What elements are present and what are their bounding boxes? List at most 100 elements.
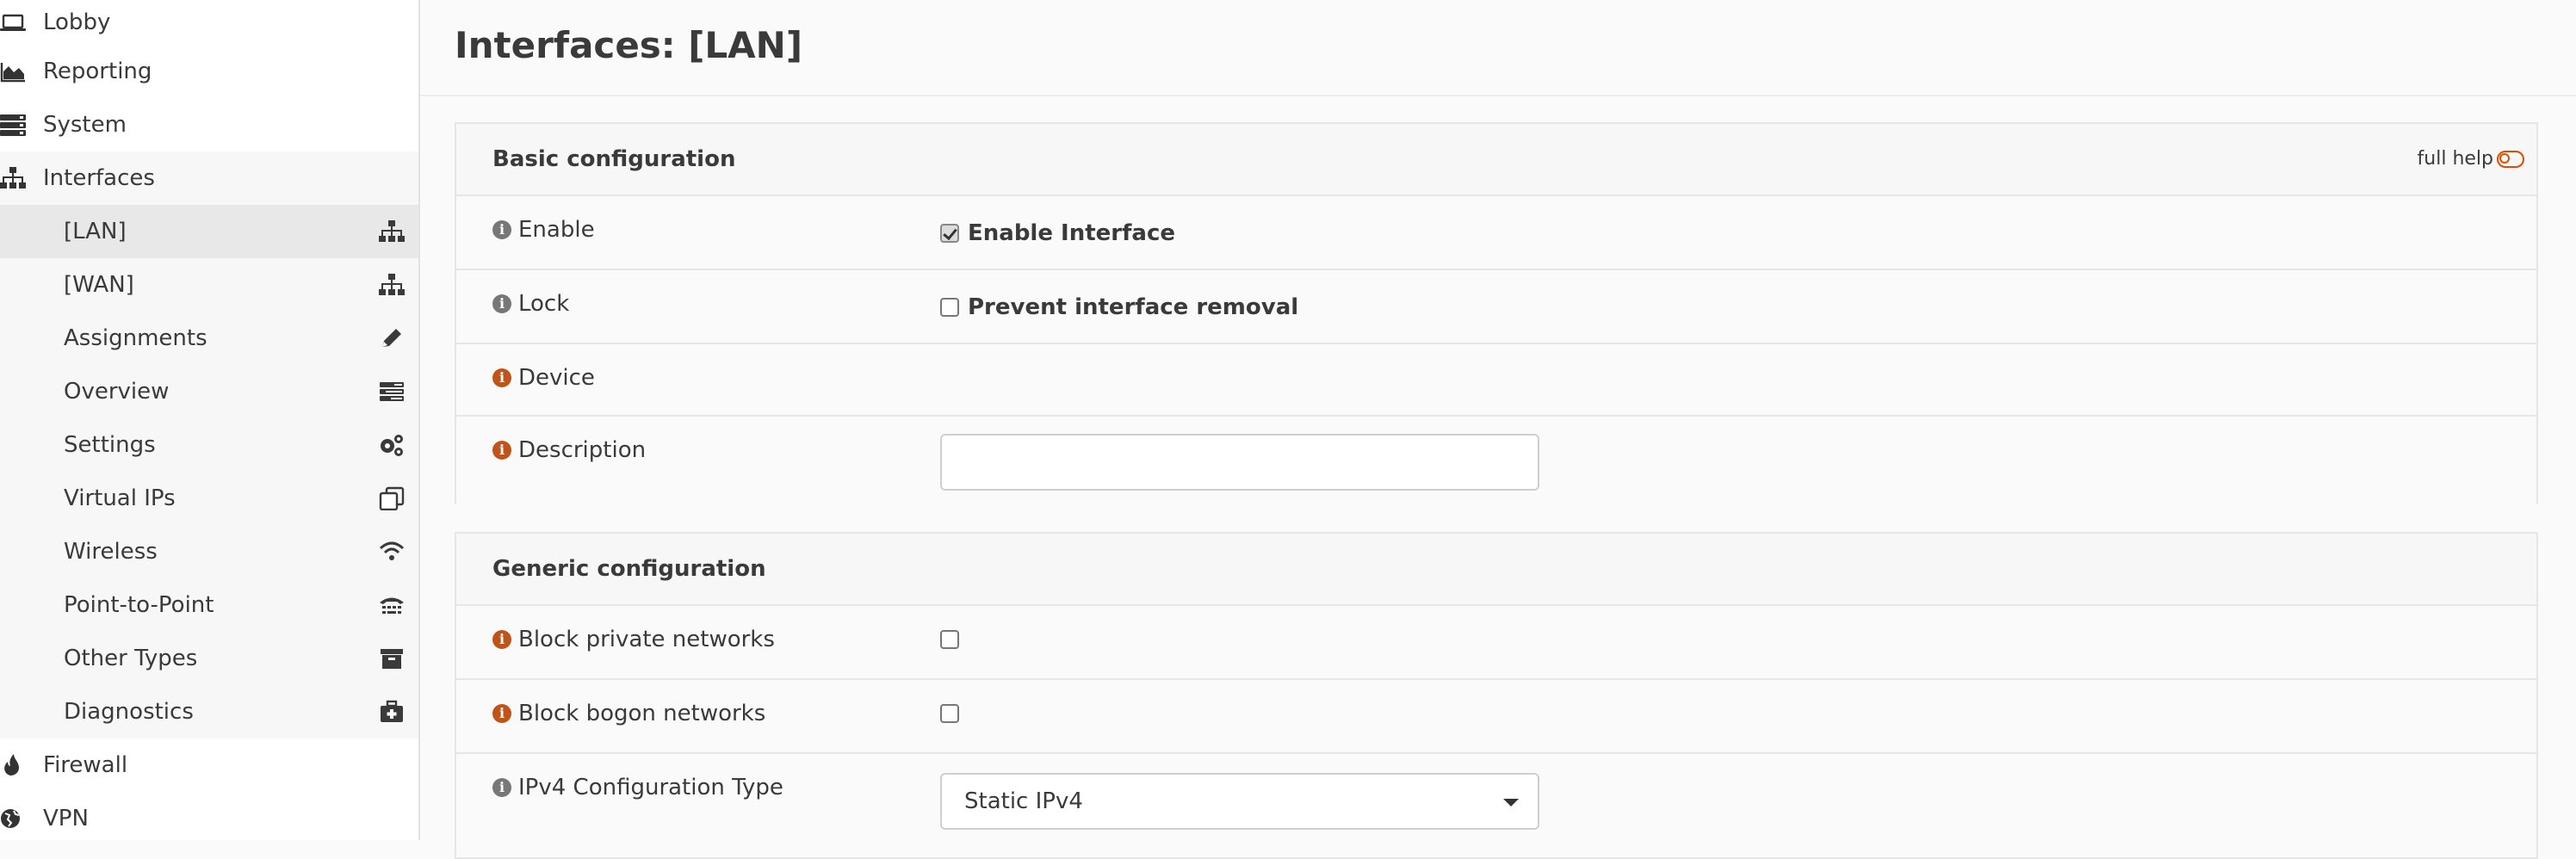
sidebar-item-label: Other Types xyxy=(64,646,198,671)
area-chart-icon xyxy=(0,59,29,84)
description-label: Description xyxy=(518,437,647,463)
archive-icon xyxy=(379,646,405,671)
pencil-icon xyxy=(379,326,405,350)
enable-interface-checkbox[interactable] xyxy=(940,224,959,243)
description-label-wrap: i Description xyxy=(492,437,646,463)
block-bogon-label-wrap: i Block bogon networks xyxy=(492,701,765,726)
basic-config-title: Basic configuration xyxy=(492,146,736,172)
block-private-checkbox[interactable] xyxy=(940,630,959,649)
sidebar-item-virtual-ips[interactable]: Virtual IPs xyxy=(0,472,418,525)
caret-down-icon xyxy=(1503,799,1519,806)
nav-vpn-label: VPN xyxy=(43,806,89,831)
ipv4-type-value: Static IPv4 xyxy=(964,788,1083,814)
page-title: Interfaces: [LAN] xyxy=(455,24,803,66)
block-bogon-field xyxy=(940,704,968,723)
enable-label: Enable xyxy=(518,217,595,243)
sidebar-item-settings[interactable]: Settings xyxy=(0,418,418,472)
toggle-off-icon xyxy=(2497,150,2524,168)
nav-firewall[interactable]: Firewall xyxy=(0,738,418,792)
sidebar-item-overview[interactable]: Overview xyxy=(0,365,418,418)
sidebar-item-label: Assignments xyxy=(64,325,207,351)
sidebar-item-label: Settings xyxy=(64,432,156,458)
block-private-field xyxy=(940,630,968,649)
prevent-removal-label: Prevent interface removal xyxy=(968,294,1299,320)
ipv4-type-label: IPv4 Configuration Type xyxy=(518,775,783,800)
nav-interfaces[interactable]: Interfaces xyxy=(0,151,418,205)
sidebar-item-lan[interactable]: [LAN] xyxy=(0,205,418,258)
info-icon[interactable]: i xyxy=(492,441,511,460)
block-private-row: i Block private networks xyxy=(456,606,2536,680)
nav-vpn[interactable]: VPN xyxy=(0,792,418,840)
lock-label-wrap: i Lock xyxy=(492,291,569,317)
ipv4-type-select[interactable]: Static IPv4 xyxy=(940,773,1539,830)
sidebar-item-other-types[interactable]: Other Types xyxy=(0,632,418,685)
laptop-icon xyxy=(0,9,29,35)
lock-label: Lock xyxy=(518,291,570,317)
interfaces-submenu: [LAN] [WAN] Assignments Overview Setting… xyxy=(0,205,418,738)
block-bogon-checkbox[interactable] xyxy=(940,704,959,723)
info-icon[interactable]: i xyxy=(492,778,511,797)
sitemap-icon xyxy=(0,165,29,191)
info-icon[interactable]: i xyxy=(492,630,511,649)
sidebar-item-wan[interactable]: [WAN] xyxy=(0,258,418,312)
wifi-icon xyxy=(379,540,405,564)
fire-icon xyxy=(0,752,29,778)
nav-system[interactable]: System xyxy=(0,98,418,151)
prevent-removal-checkbox[interactable] xyxy=(940,298,959,317)
sidebar: Lobby Reporting System Interfaces [LAN] … xyxy=(0,0,420,840)
lock-row: i Lock Prevent interface removal xyxy=(456,270,2536,344)
ipv4-type-row: i IPv4 Configuration Type Static IPv4 xyxy=(456,754,2536,849)
tty-icon xyxy=(379,593,405,617)
generic-config-title: Generic configuration xyxy=(492,556,766,582)
clone-icon xyxy=(379,486,405,511)
block-bogon-row: i Block bogon networks xyxy=(456,680,2536,754)
nav-firewall-label: Firewall xyxy=(43,752,128,778)
description-input[interactable] xyxy=(940,434,1539,491)
block-bogon-label: Block bogon networks xyxy=(518,701,766,726)
enable-interface-label: Enable Interface xyxy=(968,220,1175,246)
device-label-wrap: i Device xyxy=(492,365,595,391)
nav-lobby[interactable]: Lobby xyxy=(0,0,418,45)
nav-system-label: System xyxy=(43,112,127,138)
generic-config-panel: Generic configuration i Block private ne… xyxy=(455,532,2538,859)
basic-config-header: Basic configuration full help xyxy=(456,124,2536,196)
sitemap-icon xyxy=(379,273,405,297)
device-row: i Device xyxy=(456,344,2536,417)
sidebar-item-label: Wireless xyxy=(64,539,158,565)
enable-label-wrap: i Enable xyxy=(492,217,595,243)
server-icon xyxy=(0,112,29,138)
info-icon[interactable]: i xyxy=(492,220,511,239)
basic-config-panel: Basic configuration full help i Enable E… xyxy=(455,122,2538,508)
sidebar-item-label: Virtual IPs xyxy=(64,485,176,511)
sidebar-item-label: Overview xyxy=(64,379,170,405)
description-row: i Description xyxy=(456,417,2536,508)
nav-reporting[interactable]: Reporting xyxy=(0,45,418,98)
cogs-icon xyxy=(379,433,405,457)
enable-field: Enable Interface xyxy=(940,220,1175,246)
lock-field: Prevent interface removal xyxy=(940,294,1298,320)
block-private-label-wrap: i Block private networks xyxy=(492,627,775,652)
sidebar-item-label: [WAN] xyxy=(64,272,134,298)
tasks-icon xyxy=(379,380,405,404)
generic-config-header: Generic configuration xyxy=(456,534,2536,606)
info-icon[interactable]: i xyxy=(492,704,511,723)
sidebar-item-label: Point-to-Point xyxy=(64,592,214,618)
nav-interfaces-label: Interfaces xyxy=(43,165,155,191)
info-icon[interactable]: i xyxy=(492,294,511,313)
info-icon[interactable]: i xyxy=(492,368,511,387)
medkit-icon xyxy=(379,700,405,724)
sidebar-item-assignments[interactable]: Assignments xyxy=(0,312,418,365)
sidebar-item-point-to-point[interactable]: Point-to-Point xyxy=(0,578,418,632)
page-header: Interfaces: [LAN] xyxy=(420,0,2576,96)
sidebar-item-wireless[interactable]: Wireless xyxy=(0,525,418,578)
enable-row: i Enable Enable Interface xyxy=(456,196,2536,270)
sidebar-item-diagnostics[interactable]: Diagnostics xyxy=(0,685,418,738)
sidebar-item-label: Diagnostics xyxy=(64,699,194,725)
nav-reporting-label: Reporting xyxy=(43,59,152,84)
globe-icon xyxy=(0,806,29,831)
full-help-toggle[interactable]: full help xyxy=(2418,148,2524,170)
main-content: Interfaces: [LAN] Basic configuration fu… xyxy=(420,0,2576,859)
nav-lobby-label: Lobby xyxy=(43,9,111,35)
device-label: Device xyxy=(518,365,595,391)
sitemap-icon xyxy=(379,219,405,244)
